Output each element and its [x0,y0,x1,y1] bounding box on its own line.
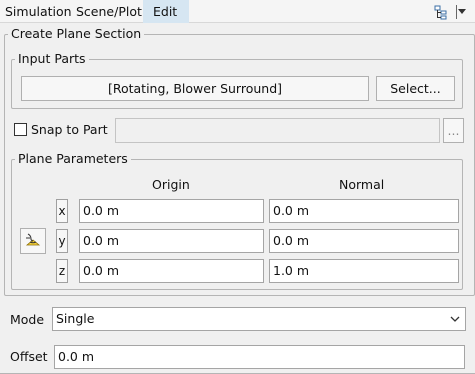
normal-header: Normal [339,177,385,192]
mode-value: Single [56,311,95,326]
tree-icon[interactable] [432,3,450,21]
pick-plane-button[interactable] [20,228,46,254]
origin-header: Origin [152,177,190,192]
axis-y-button[interactable]: y [56,229,68,253]
snap-to-part-checkbox[interactable] [14,123,27,136]
axis-z-button[interactable]: z [56,259,68,283]
create-plane-section-title: Create Plane Section [8,26,145,42]
origin-x-field[interactable]: 0.0 m [79,199,264,223]
normal-y-field[interactable]: 0.0 m [269,229,459,253]
snap-to-part-label: Snap to Part [31,122,108,137]
offset-label: Offset [10,349,48,364]
offset-field[interactable]: 0.0 m [54,345,465,369]
snap-browse-button: ... [443,118,464,143]
select-parts-button[interactable]: Select... [376,76,455,101]
chevron-down-icon [445,308,465,330]
input-parts-field[interactable]: [Rotating, Blower Surround] [21,76,369,101]
menubar: Simulation Scene/Plot Edit [0,0,475,23]
menu-scene-plot[interactable]: Scene/Plot [71,0,147,23]
input-parts-legend: Input Parts [15,51,89,67]
menubar-tools [432,3,467,21]
dropdown-icon[interactable] [457,3,467,21]
pick-plane-icon [24,231,42,252]
mode-select[interactable]: Single [52,307,466,331]
normal-z-field[interactable]: 1.0 m [269,259,459,283]
snap-part-field [115,118,440,143]
menu-simulation[interactable]: Simulation [0,0,77,23]
axis-x-button[interactable]: x [56,199,68,223]
origin-y-field[interactable]: 0.0 m [79,229,264,253]
mode-label: Mode [10,312,45,327]
plane-parameters-legend: Plane Parameters [15,151,131,167]
normal-x-field[interactable]: 0.0 m [269,199,459,223]
menu-edit[interactable]: Edit [143,0,189,23]
select-button-label: Select... [390,81,441,96]
origin-z-field[interactable]: 0.0 m [79,259,264,283]
input-parts-value: [Rotating, Blower Surround] [107,81,283,96]
snap-browse-label: ... [447,123,460,138]
